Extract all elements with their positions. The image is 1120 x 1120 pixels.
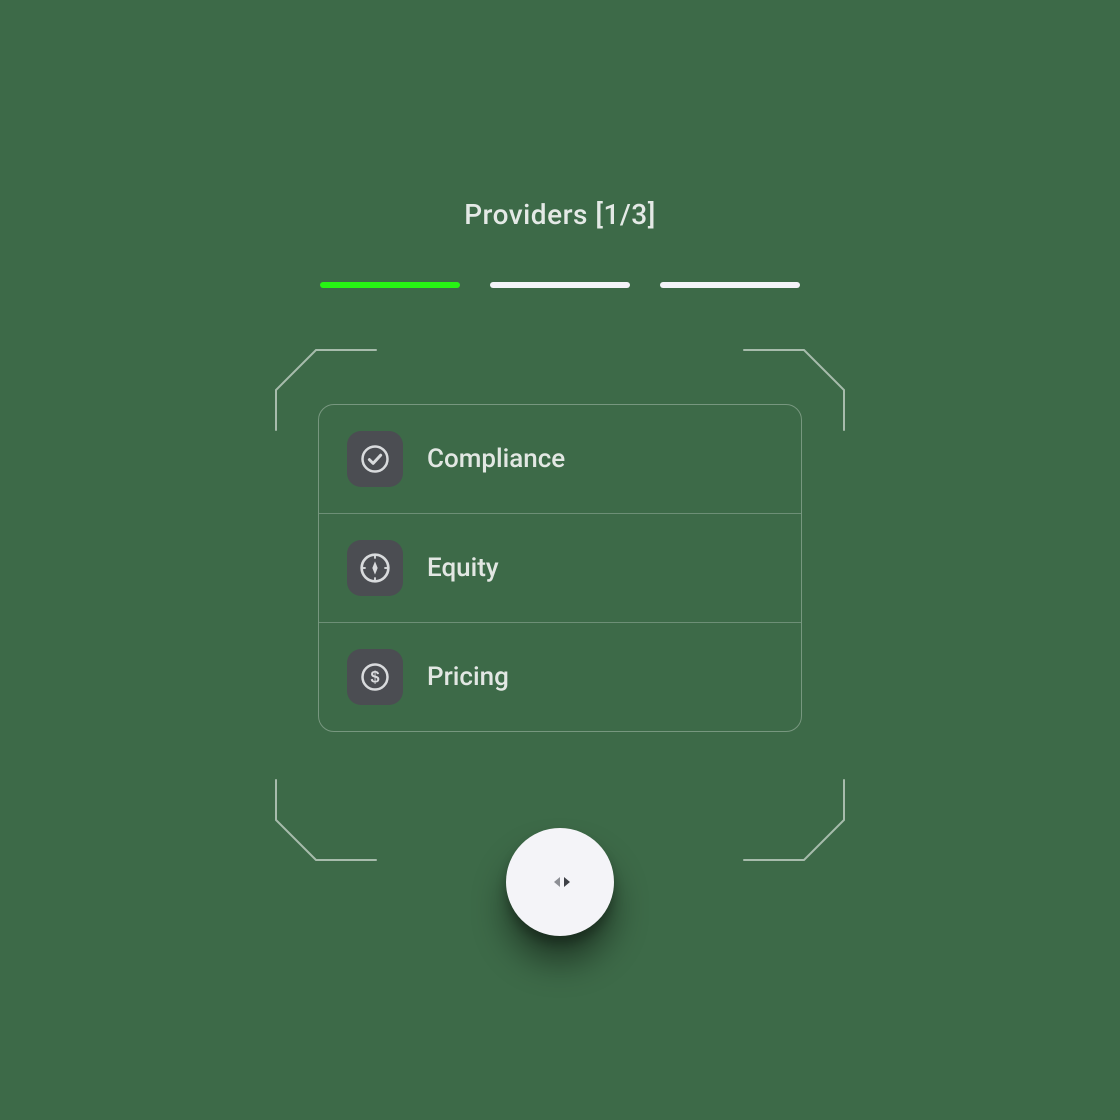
progress-step-3: [660, 282, 800, 288]
carousel-nav-button[interactable]: [506, 828, 614, 936]
options-card: Compliance Equity: [318, 404, 802, 732]
option-label: Compliance: [427, 444, 565, 474]
option-pricing[interactable]: $ Pricing: [319, 623, 801, 731]
option-compliance[interactable]: Compliance: [319, 405, 801, 514]
progress-step-1: [320, 282, 460, 288]
dollar-icon: $: [347, 649, 403, 705]
progress-step-2: [490, 282, 630, 288]
check-icon: [347, 431, 403, 487]
progress-indicator: [320, 282, 800, 288]
compass-icon: [347, 540, 403, 596]
page-title: Providers [1/3]: [0, 198, 1120, 231]
left-right-arrows-icon: [540, 872, 580, 892]
option-label: Pricing: [427, 662, 509, 692]
option-label: Equity: [427, 553, 499, 583]
option-equity[interactable]: Equity: [319, 514, 801, 623]
svg-text:$: $: [370, 669, 379, 687]
